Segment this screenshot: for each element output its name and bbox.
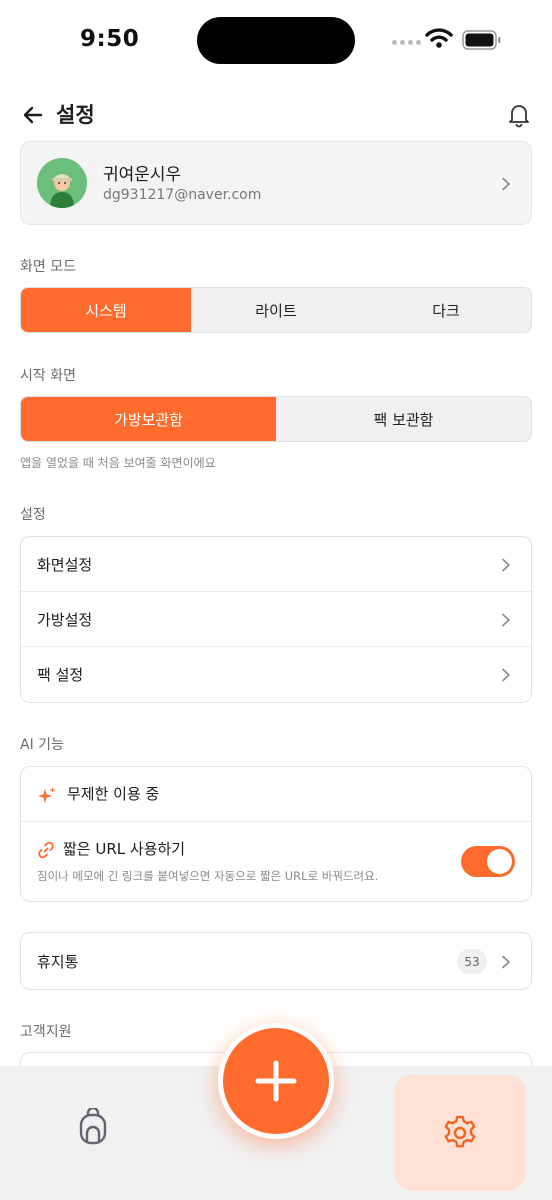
ai-card: 무제한 이용 중 짧은 URL 사용하기 짐이나 메모에 긴 링크를 붙여넣으면… xyxy=(20,766,532,902)
sparkle-icon xyxy=(38,787,56,803)
support-section-label: 고객지원 xyxy=(20,1024,72,1040)
screen-mode-light[interactable]: 라이트 xyxy=(191,288,361,332)
signal-dots-icon xyxy=(392,40,421,45)
short-url-title: 짧은 URL 사용하기 xyxy=(63,840,186,858)
chevron-right-icon xyxy=(502,668,510,682)
toggle-knob xyxy=(487,849,512,874)
settings-item-label: 팩 설정 xyxy=(37,666,84,684)
screen-mode-label: 화면 모드 xyxy=(20,259,76,275)
screen-mode-system[interactable]: 시스템 xyxy=(21,288,191,332)
settings-item-label: 가방설정 xyxy=(37,611,93,629)
start-screen-label: 시작 화면 xyxy=(20,368,76,384)
start-screen-bag[interactable]: 가방보관함 xyxy=(21,397,276,441)
chevron-right-icon xyxy=(502,177,510,191)
start-screen-hint: 앱을 열었을 때 처음 보여줄 화면이에요 xyxy=(20,456,216,470)
settings-item-bag[interactable]: 가방설정 xyxy=(21,592,531,647)
status-bar: 9:50 xyxy=(0,0,552,84)
settings-item-display[interactable]: 화면설정 xyxy=(21,537,531,592)
short-url-description: 짐이나 메모에 긴 링크를 붙여넣으면 자동으로 짧은 URL로 바꿔드려요. xyxy=(37,869,379,883)
start-screen-pack[interactable]: 팩 보관함 xyxy=(276,397,531,441)
dynamic-island xyxy=(197,17,355,64)
wifi-icon xyxy=(425,28,453,48)
short-url-toggle[interactable] xyxy=(461,846,515,877)
chevron-right-icon xyxy=(502,613,510,627)
add-button[interactable] xyxy=(218,1023,334,1139)
settings-item-label: 화면설정 xyxy=(37,556,93,574)
plus-icon xyxy=(255,1060,297,1102)
trash-row[interactable]: 휴지통 53 xyxy=(20,932,532,990)
header: 설정 xyxy=(0,92,552,138)
back-arrow-icon[interactable] xyxy=(20,102,46,128)
start-screen-segmented: 가방보관함 팩 보관함 xyxy=(20,396,532,442)
settings-section-label: 설정 xyxy=(20,507,46,523)
trash-count-badge: 53 xyxy=(457,949,487,974)
gear-icon xyxy=(444,1115,476,1148)
tab-settings[interactable] xyxy=(394,1075,526,1191)
bell-icon[interactable] xyxy=(506,102,532,128)
tab-bag-storage[interactable] xyxy=(56,1090,130,1164)
ai-unlimited-row: 무제한 이용 중 xyxy=(21,767,531,822)
settings-item-pack[interactable]: 팩 설정 xyxy=(21,647,531,702)
chevron-right-icon xyxy=(502,558,510,572)
backpack-icon xyxy=(79,1108,107,1145)
chevron-right-icon xyxy=(502,955,510,969)
battery-icon xyxy=(462,30,501,50)
profile-email: dg931217@naver.com xyxy=(103,187,262,203)
short-url-row: 짧은 URL 사용하기 짐이나 메모에 긴 링크를 붙여넣으면 자동으로 짧은 … xyxy=(21,822,531,901)
trash-label: 휴지통 xyxy=(37,953,79,971)
ai-unlimited-label: 무제한 이용 중 xyxy=(67,785,160,803)
page-title: 설정 xyxy=(56,103,95,127)
profile-card[interactable]: 귀여운시우 dg931217@naver.com xyxy=(20,141,532,225)
link-icon xyxy=(38,841,54,859)
profile-name: 귀여운시우 xyxy=(103,165,182,185)
settings-list: 화면설정 가방설정 팩 설정 xyxy=(20,536,532,703)
ai-section-label: AI 기능 xyxy=(20,737,64,753)
status-time: 9:50 xyxy=(80,26,140,52)
avatar xyxy=(37,158,87,208)
screen-mode-dark[interactable]: 다크 xyxy=(361,288,531,332)
screen-mode-segmented: 시스템 라이트 다크 xyxy=(20,287,532,333)
